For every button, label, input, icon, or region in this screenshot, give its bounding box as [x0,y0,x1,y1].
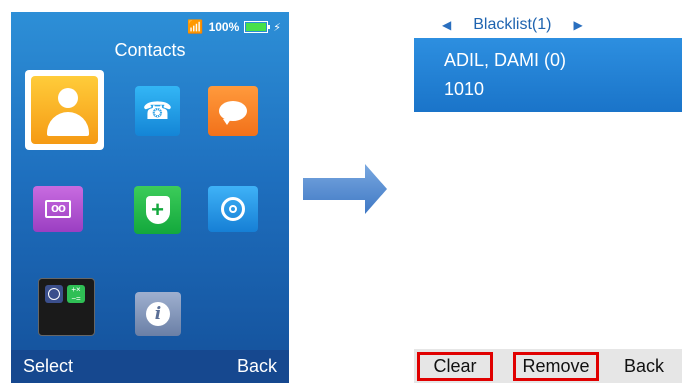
charging-icon: ⚡ [273,21,281,34]
calculator-icon: +× −= [67,285,85,303]
screen-title: Contacts [114,40,186,60]
entry-number: 1010 [444,79,485,99]
clock-icon [45,285,63,303]
remove-softkey[interactable]: Remove [513,352,599,381]
blacklist-entry[interactable]: ADIL, DAMI (0) 1010 [414,38,682,112]
app-contacts[interactable] [25,70,104,150]
chat-bubble-icon [219,101,247,125]
app-grid: ☎ + +×−= i [11,70,289,340]
voicemail-icon [45,200,71,218]
app-call-history[interactable]: ☎ [135,86,180,136]
app-messages[interactable] [208,86,258,136]
app-info[interactable]: i [135,292,181,336]
prev-tab-icon[interactable]: ◀ [442,18,451,32]
shield-plus-icon: + [145,196,170,224]
status-bar: 📶 100% ⚡ [187,19,281,35]
battery-icon [244,21,271,33]
next-tab-icon[interactable]: ▶ [573,18,582,32]
wifi-icon: 📶 [187,19,204,34]
app-security[interactable]: + [134,186,181,234]
app-voicemail[interactable] [33,186,83,232]
softkey-bar: Clear Remove Back [414,349,682,383]
battery-percent: 100% [208,20,240,34]
phone-call-icon: ☎ [142,97,173,125]
person-icon [31,76,98,144]
app-tools[interactable]: +× −= [38,278,95,336]
blacklist-screen: ◀ Blacklist(1) ▶ ADIL, DAMI (0) 1010 Cle… [414,12,682,383]
clear-softkey[interactable]: Clear [417,352,493,381]
list-title: Blacklist(1) [473,16,552,33]
gear-icon [221,197,245,221]
app-settings[interactable] [208,186,258,232]
list-header: ◀ Blacklist(1) ▶ [414,12,682,38]
info-icon: i [146,302,170,326]
back-softkey[interactable]: Back [622,352,682,381]
arrow-right-icon [303,164,387,214]
select-softkey[interactable]: Select [23,356,73,377]
softkey-bar: Select Back [11,350,289,383]
list-body [414,112,682,349]
entry-name: ADIL, DAMI (0) [444,50,567,70]
back-softkey[interactable]: Back [237,356,277,377]
menu-screen: 📶 100% ⚡ Contacts ☎ + +×−= [11,12,289,383]
